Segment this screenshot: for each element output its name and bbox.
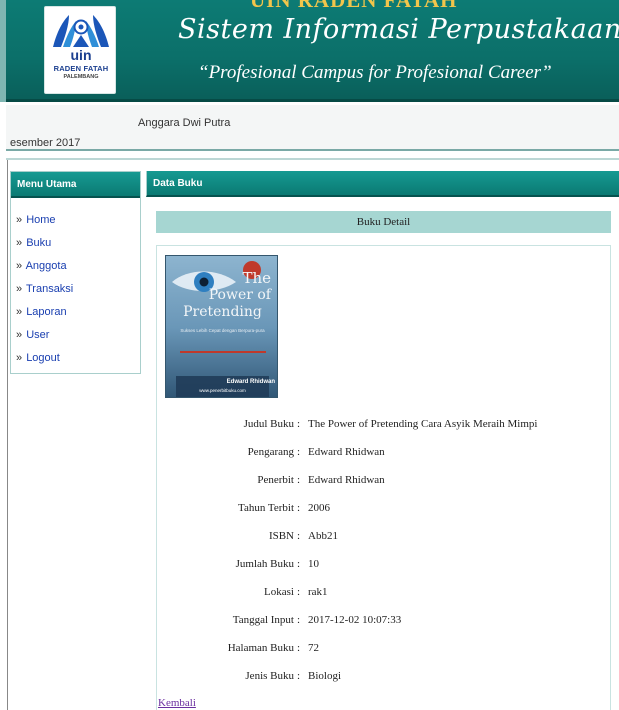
field-colon: : (297, 670, 301, 682)
field-value: Edward Rhidwan (308, 474, 385, 486)
cover-title-2: Power of (208, 287, 271, 303)
main-panel: Data Buku Buku Detail The Power of Prete… (146, 171, 619, 710)
book-cover-image: The Power of Pretending Sukses Lebih Cep… (165, 255, 278, 398)
menu-arrow-icon: » (16, 329, 23, 341)
field-label: Halaman Buku (227, 642, 294, 654)
field-label: Jenis Buku (245, 670, 294, 682)
field-jenis-buku: Jenis Buku : Biologi (146, 670, 619, 686)
field-colon: : (297, 446, 301, 458)
field-value: 2006 (308, 502, 330, 514)
field-colon: : (297, 586, 301, 598)
field-label: Judul Buku (243, 418, 294, 430)
field-tanggal-input: Tanggal Input : 2017-12-02 10:07:33 (146, 614, 619, 630)
main-title: Data Buku (146, 171, 619, 197)
menu-item-label[interactable]: User (26, 329, 49, 341)
field-value: Biologi (308, 670, 342, 682)
field-jumlah-buku: Jumlah Buku : 10 (146, 558, 619, 574)
field-isbn: ISBN : Abb21 (146, 530, 619, 546)
logo-city-text: PALEMBANG (63, 74, 99, 80)
field-value: 10 (308, 558, 319, 570)
header-banner: UIN RADEN FATAH uin RADEN FATAH PALEMBAN… (0, 0, 619, 102)
field-pengarang: Pengarang : Edward Rhidwan (146, 446, 619, 462)
menu-item-home[interactable]: » Home (16, 212, 140, 235)
menu-item-user[interactable]: » User (16, 327, 140, 350)
menu-item-label[interactable]: Home (26, 214, 55, 226)
field-label: Jumlah Buku (235, 558, 294, 570)
field-colon: : (297, 530, 301, 542)
field-label: Lokasi (264, 586, 294, 598)
field-colon: : (297, 502, 301, 514)
frame-border (7, 160, 8, 710)
menu-item-label[interactable]: Laporan (26, 306, 66, 318)
menu-arrow-icon: » (16, 283, 23, 295)
cover-subtitle: Sukses Lebih Cepat dengan Berpura-pura (180, 328, 265, 333)
cover-title-1: The (242, 269, 271, 287)
cover-site: www.penerbitbuku.com (199, 388, 246, 393)
menu-item-anggota[interactable]: » Anggota (16, 258, 140, 281)
field-tahun-terbit: Tahun Terbit : 2006 (146, 502, 619, 518)
field-halaman-buku: Halaman Buku : 72 (146, 642, 619, 658)
menu-item-label[interactable]: Logout (26, 352, 60, 364)
menu-item-buku[interactable]: » Buku (16, 235, 140, 258)
strip-divider (6, 158, 619, 160)
logo-uin-text: uin (70, 47, 92, 63)
detail-title-bar: Buku Detail (156, 211, 611, 233)
field-label: Pengarang (247, 446, 294, 458)
menu-arrow-icon: » (16, 214, 23, 226)
field-value: 2017-12-02 10:07:33 (308, 614, 402, 626)
menu-list: » Home » Buku » Anggota » Transaksi » La… (11, 198, 140, 373)
menu-item-label[interactable]: Buku (26, 237, 51, 249)
field-judul: Judul Buku : The Power of Pretending Car… (146, 418, 619, 434)
field-colon: : (297, 614, 301, 626)
field-label: ISBN (268, 530, 294, 542)
menu-arrow-icon: » (16, 306, 23, 318)
uin-logo[interactable]: uin RADEN FATAH PALEMBANG (44, 6, 116, 94)
menu-item-label[interactable]: Anggota (26, 260, 67, 272)
back-link[interactable]: Kembali (158, 697, 196, 709)
field-value: Edward Rhidwan (308, 446, 385, 458)
field-penerbit: Penerbit : Edward Rhidwan (146, 474, 619, 490)
site-tagline: “Profesional Campus for Profesional Care… (198, 62, 552, 83)
logo-name-text: RADEN FATAH (53, 64, 109, 73)
menu-item-label[interactable]: Transaksi (26, 283, 73, 295)
uin-emblem-icon (53, 15, 109, 47)
sidebar-title: Menu Utama (11, 172, 140, 198)
field-label: Penerbit (257, 474, 294, 486)
menu-item-laporan[interactable]: » Laporan (16, 304, 140, 327)
current-date: esember 2017 (10, 137, 81, 149)
field-colon: : (297, 558, 301, 570)
sidebar-menu: Menu Utama » Home » Buku » Anggota » Tra… (10, 171, 141, 374)
user-strip: Anggara Dwi Putra esember 2017 (6, 105, 619, 151)
header-top-cut-text: UIN RADEN FATAH (250, 0, 458, 12)
field-lokasi: Lokasi : rak1 (146, 586, 619, 602)
field-value: Abb21 (308, 530, 338, 542)
menu-arrow-icon: » (16, 352, 23, 364)
menu-item-logout[interactable]: » Logout (16, 350, 140, 373)
field-colon: : (297, 418, 301, 430)
menu-item-transaksi[interactable]: » Transaksi (16, 281, 140, 304)
menu-arrow-icon: » (16, 260, 23, 272)
field-value: The Power of Pretending Cara Asyik Merai… (308, 418, 538, 430)
field-colon: : (297, 642, 301, 654)
field-value: rak1 (308, 586, 328, 598)
field-label: Tanggal Input (232, 614, 294, 626)
cover-author: Edward Rhidwan (226, 379, 275, 385)
logged-in-user: Anggara Dwi Putra (138, 117, 231, 129)
menu-arrow-icon: » (16, 237, 23, 249)
field-colon: : (297, 474, 301, 486)
cover-title-3: Pretending (183, 304, 262, 320)
field-value: 72 (308, 642, 319, 654)
header-edge (0, 0, 6, 102)
field-label: Tahun Terbit (238, 502, 294, 514)
site-title: Sistem Informasi Perpustakaan (178, 14, 619, 45)
